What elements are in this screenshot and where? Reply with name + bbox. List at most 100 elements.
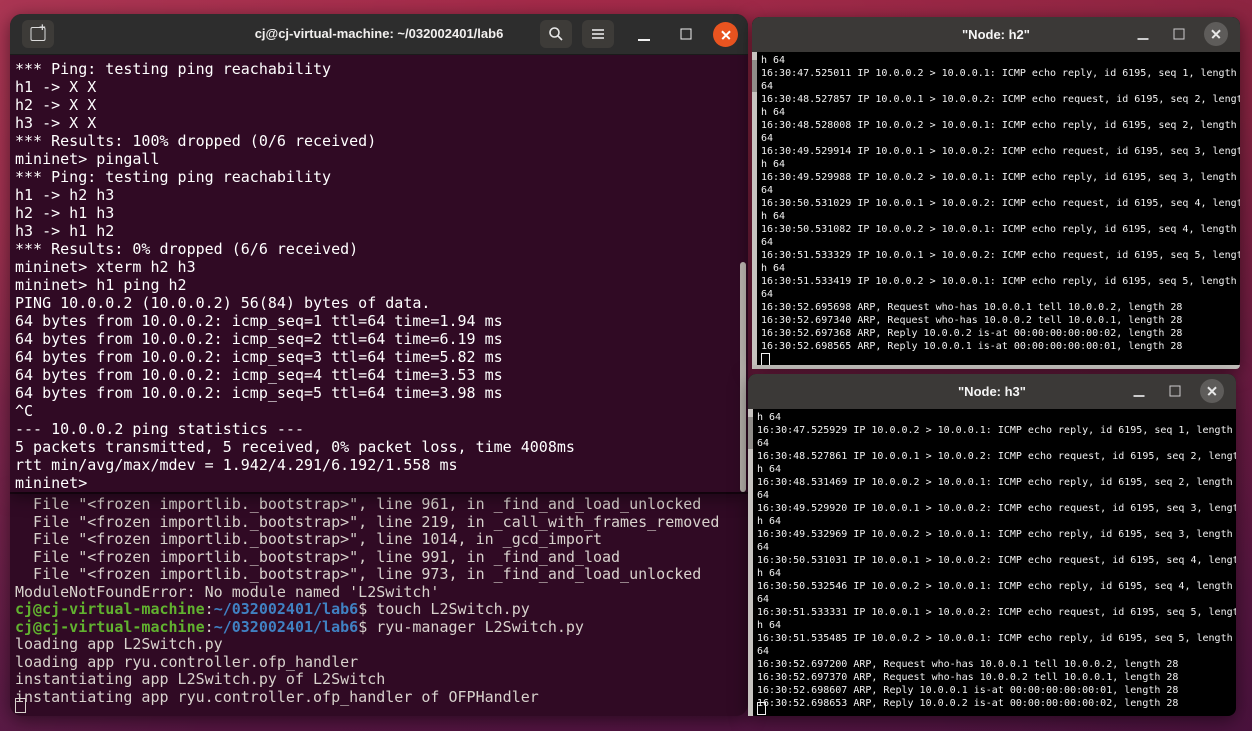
terminal-line: 16:30:49.529988 IP 10.0.0.2 > 10.0.0.1: … <box>761 172 1237 183</box>
terminal-line: cj@cj-virtual-machine:~/032002401/lab6$ … <box>15 600 530 618</box>
terminal-line: 16:30:47.525929 IP 10.0.0.2 > 10.0.0.1: … <box>757 425 1233 436</box>
terminal-line: instantiating app ryu.controller.ofp_han… <box>15 687 539 706</box>
xterm-window-h3: "Node: h3" h 64 16:30:47.525929 IP 10.0.0… <box>748 374 1236 716</box>
terminal-line: h1 -> X X <box>15 78 106 96</box>
desktop: { "colors": { "accent_close": "#e95420",… <box>0 0 1252 731</box>
terminal-line: 64 <box>761 81 774 92</box>
new-tab-button[interactable] <box>22 20 54 48</box>
terminal-line: h3 -> h1 h2 <box>15 222 124 240</box>
terminal-line: File "<frozen importlib._bootstrap>", li… <box>15 547 621 566</box>
terminal-line: rtt min/avg/max/mdev = 1.942/4.291/6.192… <box>15 456 458 474</box>
xterm-output-h3[interactable]: h 64 16:30:47.525929 IP 10.0.0.2 > 10.0.0… <box>754 409 1236 716</box>
terminal-scrollbar[interactable] <box>740 262 746 492</box>
close-icon <box>713 22 738 47</box>
terminal-line: 64 bytes from 10.0.0.2: icmp_seq=5 ttl=6… <box>15 384 503 402</box>
terminal-line: h 64 <box>761 55 786 66</box>
main-terminal-titlebar[interactable]: cj@cj-virtual-machine: ~/032002401/lab6 <box>10 14 748 55</box>
terminal-line: h 64 <box>757 464 782 475</box>
search-button[interactable] <box>540 20 572 48</box>
terminal-line: 16:30:52.698607 ARP, Reply 10.0.0.1 is-a… <box>757 685 1179 696</box>
terminal-line: h3 -> X X <box>15 114 106 132</box>
terminal-line: *** Results: 100% dropped (0/6 received) <box>15 132 377 150</box>
terminal-line: 64 <box>757 542 770 553</box>
minimize-button[interactable] <box>630 20 658 48</box>
terminal-line: 16:30:48.527861 IP 10.0.0.1 > 10.0.0.2: … <box>757 451 1236 462</box>
main-terminal-window: cj@cj-virtual-machine: ~/032002401/lab6 <box>10 14 748 492</box>
terminal-line: 16:30:52.697200 ARP, Request who-has 10.… <box>757 659 1179 670</box>
terminal-line: h 64 <box>757 516 782 527</box>
window-bottom-edge <box>752 365 1240 369</box>
terminal-line: 16:30:52.697370 ARP, Request who-has 10.… <box>757 672 1179 683</box>
terminal-cursor <box>757 702 766 715</box>
minimize-button[interactable] <box>1130 21 1156 47</box>
close-button[interactable] <box>713 22 738 47</box>
terminal-line: 16:30:49.532969 IP 10.0.0.2 > 10.0.0.1: … <box>757 529 1233 540</box>
terminal-line: 64 bytes from 10.0.0.2: icmp_seq=1 ttl=6… <box>15 312 503 330</box>
xterm-scrollbar[interactable] <box>748 409 753 716</box>
terminal-line: 16:30:50.532546 IP 10.0.0.2 > 10.0.0.1: … <box>757 581 1233 592</box>
maximize-button[interactable] <box>672 20 700 48</box>
xterm-scrollbar[interactable] <box>752 52 757 369</box>
terminal-line: 16:30:50.531082 IP 10.0.0.2 > 10.0.0.1: … <box>761 224 1237 235</box>
terminal-line: 64 <box>757 438 770 449</box>
terminal-line: 16:30:52.698653 ARP, Reply 10.0.0.2 is-a… <box>757 698 1179 709</box>
terminal-line: mininet> h1 ping h2 <box>15 276 187 294</box>
terminal-line: h 64 <box>761 107 786 118</box>
terminal-line: *** Ping: testing ping reachability <box>15 60 332 78</box>
terminal-line: h 64 <box>761 159 786 170</box>
close-button[interactable] <box>1200 379 1224 403</box>
terminal-line: --- 10.0.0.2 ping statistics --- <box>15 420 304 438</box>
terminal-line: File "<frozen importlib._bootstrap>", li… <box>15 565 702 583</box>
xterm-h2-titlebar[interactable]: "Node: h2" <box>752 17 1240 52</box>
terminal-line: 64 <box>757 646 770 657</box>
terminal-line: 5 packets transmitted, 5 received, 0% pa… <box>15 438 575 456</box>
minimize-button[interactable] <box>1126 378 1152 404</box>
terminal-line: *** Ping: testing ping reachability <box>15 168 332 186</box>
terminal-line: h 64 <box>757 412 782 423</box>
terminal-line: File "<frozen importlib._bootstrap>", li… <box>15 530 602 548</box>
terminal-line: 64 <box>761 289 774 300</box>
terminal-line: 16:30:52.697368 ARP, Reply 10.0.0.2 is-a… <box>761 328 1183 339</box>
scrollbar-thumb[interactable] <box>752 60 757 92</box>
ryu-terminal-window: File "<frozen importlib._bootstrap>", li… <box>10 492 748 716</box>
terminal-line: 16:30:49.529914 IP 10.0.0.1 > 10.0.0.2: … <box>761 146 1240 157</box>
terminal-line: 64 <box>761 237 774 248</box>
minimize-icon <box>638 39 650 41</box>
maximize-button[interactable] <box>1166 21 1192 47</box>
terminal-line: mininet> xterm h2 h3 <box>15 258 196 276</box>
maximize-button[interactable] <box>1162 378 1188 404</box>
terminal-line: 16:30:52.698565 ARP, Reply 10.0.0.1 is-a… <box>761 341 1183 352</box>
terminal-line: 64 <box>757 594 770 605</box>
terminal-line: File "<frozen importlib._bootstrap>", li… <box>15 495 702 513</box>
terminal-line: 16:30:51.535485 IP 10.0.0.2 > 10.0.0.1: … <box>757 633 1233 644</box>
xterm-h3-titlebar[interactable]: "Node: h3" <box>748 374 1236 409</box>
scrollbar-thumb[interactable] <box>748 417 753 449</box>
terminal-line: 16:30:47.525011 IP 10.0.0.2 > 10.0.0.1: … <box>761 68 1237 79</box>
new-tab-icon <box>30 22 46 41</box>
mininet-terminal-output[interactable]: *** Ping: testing ping reachability h1 ->… <box>10 54 748 492</box>
terminal-line: 16:30:48.528008 IP 10.0.0.2 > 10.0.0.1: … <box>761 120 1237 131</box>
terminal-line: loading app L2Switch.py <box>15 635 223 653</box>
terminal-line: PING 10.0.0.2 (10.0.0.2) 56(84) bytes of… <box>15 294 431 312</box>
close-button[interactable] <box>1204 22 1228 46</box>
terminal-line: 16:30:51.533331 IP 10.0.0.1 > 10.0.0.2: … <box>757 607 1236 618</box>
maximize-icon <box>680 28 692 40</box>
terminal-line: loading app ryu.controller.ofp_handler <box>15 652 359 671</box>
terminal-line: ModuleNotFoundError: No module named 'L2… <box>15 582 440 601</box>
terminal-line: 64 bytes from 10.0.0.2: icmp_seq=3 ttl=6… <box>15 348 503 366</box>
terminal-line: 64 <box>757 490 770 501</box>
terminal-line: mininet> pingall <box>15 150 160 168</box>
terminal-line: cj@cj-virtual-machine:~/032002401/lab6$ … <box>15 617 584 636</box>
search-icon <box>549 27 563 41</box>
terminal-line: 16:30:51.533419 IP 10.0.0.2 > 10.0.0.1: … <box>761 276 1237 287</box>
xterm-output-h2[interactable]: h 64 16:30:47.525011 IP 10.0.0.2 > 10.0.0… <box>758 52 1240 369</box>
menu-button[interactable] <box>582 20 614 48</box>
terminal-cursor <box>15 698 26 713</box>
terminal-line: h 64 <box>757 620 782 631</box>
terminal-line: 16:30:48.531469 IP 10.0.0.2 > 10.0.0.1: … <box>757 477 1233 488</box>
terminal-line: 64 <box>761 185 774 196</box>
ryu-terminal-output[interactable]: File "<frozen importlib._bootstrap>", li… <box>10 494 748 716</box>
terminal-line: h2 -> X X <box>15 96 106 114</box>
terminal-line: File "<frozen importlib._bootstrap>", li… <box>15 512 720 531</box>
terminal-line: 16:30:51.533329 IP 10.0.0.1 > 10.0.0.2: … <box>761 250 1240 261</box>
